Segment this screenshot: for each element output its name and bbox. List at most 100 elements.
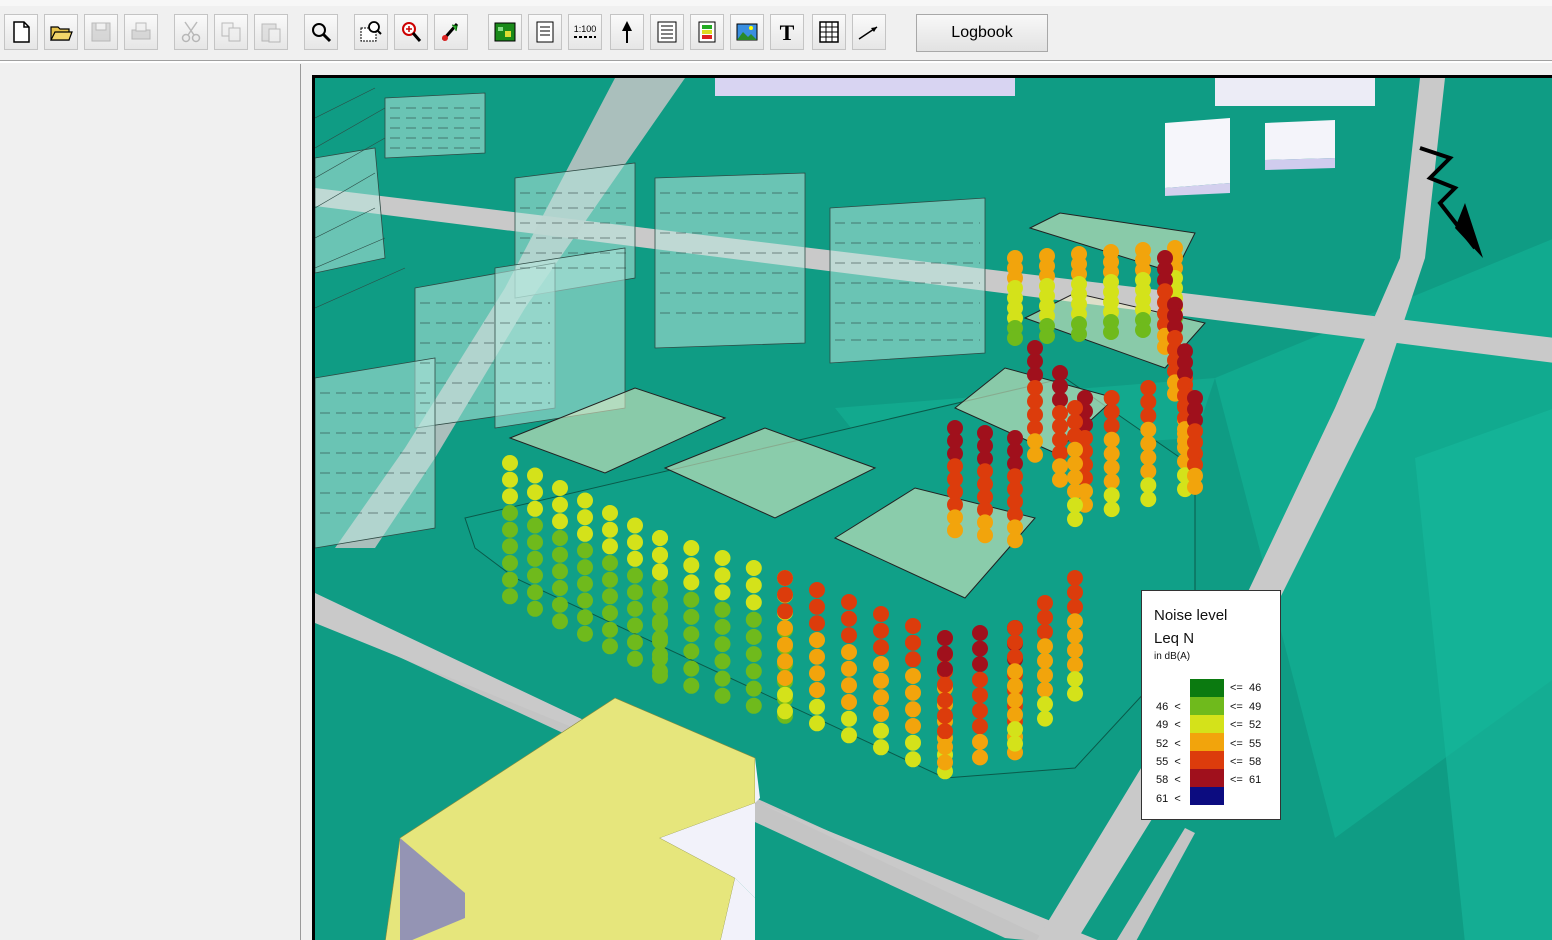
receiver-point <box>627 584 643 601</box>
receiver-point <box>1037 667 1053 684</box>
receiver-point <box>552 563 568 580</box>
map-view-button[interactable] <box>488 14 522 50</box>
receiver-point <box>683 574 700 591</box>
receiver-point <box>937 676 953 693</box>
receiver-point <box>527 584 543 601</box>
zoom-button[interactable] <box>304 14 338 50</box>
receiver-point <box>683 660 700 677</box>
receiver-point <box>745 646 762 663</box>
legend-subtitle: Leq N <box>1154 630 1195 647</box>
scale-button[interactable]: 1:100 <box>568 14 602 50</box>
text-button[interactable]: T <box>770 14 804 50</box>
receiver-point <box>552 580 568 596</box>
receiver-point <box>873 656 889 672</box>
receiver-point <box>502 455 518 471</box>
legend-swatch <box>1190 715 1224 733</box>
receiver-point <box>1103 473 1120 490</box>
document-list-button[interactable] <box>528 14 562 50</box>
svg-text:1:100: 1:100 <box>574 24 597 34</box>
receiver-point <box>502 505 518 521</box>
receiver-point <box>552 480 568 496</box>
new-file-button[interactable] <box>4 14 38 50</box>
receiver-point <box>947 522 963 539</box>
receiver-point <box>873 606 889 622</box>
receiver-point <box>627 617 643 634</box>
receiver-point <box>602 638 618 655</box>
receiver-point <box>905 651 921 668</box>
receiver-point <box>1103 417 1120 434</box>
receiver-point <box>745 594 762 611</box>
arrow-button[interactable] <box>852 14 886 50</box>
3d-noise-map-view[interactable]: Noise level Leq N in dB(A) <= 46 46 < <=… <box>312 75 1552 940</box>
receiver-point <box>502 588 518 605</box>
receiver-point <box>905 668 921 684</box>
receiver-point <box>937 630 953 646</box>
receiver-point <box>1037 609 1053 626</box>
receiver-point <box>972 687 988 704</box>
receiver-point <box>1007 706 1023 723</box>
receiver-point <box>873 689 889 706</box>
receiver-point <box>602 538 618 555</box>
receiver-point <box>1007 692 1023 709</box>
receiver-point <box>1067 584 1083 601</box>
document-list-icon <box>536 21 554 43</box>
receiver-point <box>683 540 700 556</box>
receiver-point <box>714 567 731 584</box>
receiver-point <box>777 703 793 720</box>
table-button[interactable] <box>812 14 846 50</box>
receiver-point <box>841 610 857 627</box>
receiver-point <box>602 605 618 621</box>
save-button[interactable] <box>84 14 118 50</box>
receiver-point <box>714 670 731 687</box>
picture-button[interactable] <box>730 14 764 50</box>
receiver-point <box>1103 459 1120 476</box>
receiver-point <box>937 754 953 771</box>
receiver-point <box>1067 427 1083 444</box>
paste-button[interactable] <box>254 14 288 50</box>
cut-icon <box>181 21 201 43</box>
receiver-point <box>937 661 953 678</box>
receiver-point <box>627 634 643 651</box>
cut-button[interactable] <box>174 14 208 50</box>
scale-icon: 1:100 <box>574 24 597 38</box>
receiver-point <box>905 718 921 734</box>
receiver-point <box>1067 413 1083 430</box>
receiver-point <box>602 571 618 588</box>
receiver-point <box>683 626 700 643</box>
receiver-point <box>1135 322 1151 338</box>
receiver-point <box>1103 324 1119 340</box>
legend-button[interactable] <box>690 14 724 50</box>
receiver-point <box>1067 483 1083 500</box>
logbook-button[interactable]: Logbook <box>916 14 1048 52</box>
receiver-point <box>873 739 889 756</box>
print-button[interactable] <box>124 14 158 50</box>
receiver-point <box>777 653 793 670</box>
receiver-point <box>527 550 543 567</box>
receiver-point <box>1071 326 1087 342</box>
receiver-point <box>1007 532 1023 549</box>
receiver-point <box>1140 477 1157 494</box>
zoom-window-button[interactable] <box>354 14 388 50</box>
receiver-point <box>1039 328 1055 344</box>
north-arrow-button[interactable] <box>610 14 644 50</box>
receiver-point <box>1140 449 1157 466</box>
receiver-point <box>841 594 857 610</box>
receiver-point <box>972 718 988 735</box>
receiver-point <box>905 634 921 651</box>
edit-color-button[interactable] <box>434 14 468 50</box>
receiver-point <box>714 618 731 635</box>
receiver-point <box>841 710 857 727</box>
receiver-point <box>714 550 731 566</box>
open-button[interactable] <box>44 14 78 50</box>
zoom-detail-button[interactable] <box>394 14 428 50</box>
receiver-point <box>1037 681 1053 698</box>
receiver-point <box>1067 441 1083 458</box>
zoom-detail-icon <box>402 22 422 42</box>
receiver-point <box>683 591 700 608</box>
receiver-point <box>527 567 543 584</box>
receiver-point <box>1103 403 1120 420</box>
text-list-button[interactable] <box>650 14 684 50</box>
copy-button[interactable] <box>214 14 248 50</box>
receiver-point <box>1067 656 1083 673</box>
receiver-point <box>652 564 668 581</box>
